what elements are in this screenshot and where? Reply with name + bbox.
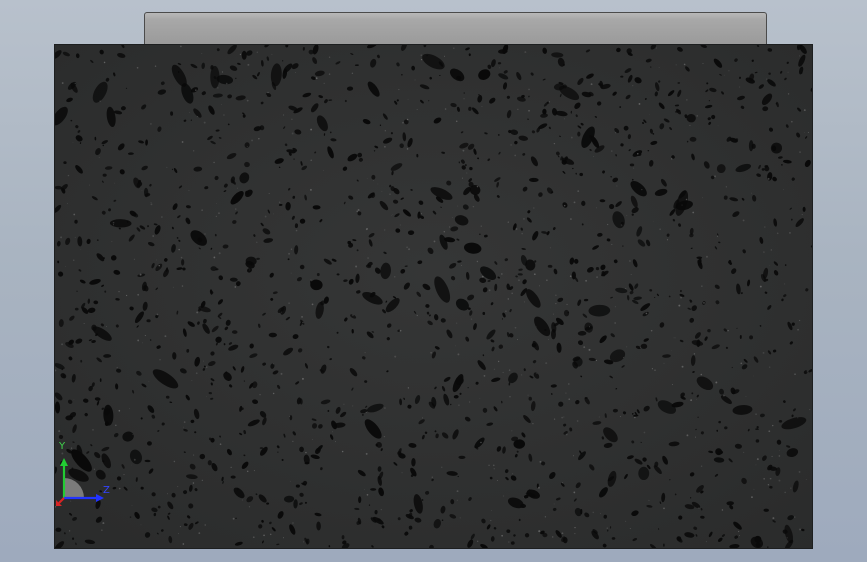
top-face[interactable] (144, 12, 767, 45)
coordinate-triad: Y Z (50, 442, 120, 508)
graphics-viewport[interactable]: Y Z (0, 0, 867, 562)
front-face[interactable] (54, 44, 813, 549)
axis-y-label: Y (59, 441, 66, 452)
porous-texture (55, 45, 812, 548)
axis-z-label: Z (103, 485, 110, 496)
